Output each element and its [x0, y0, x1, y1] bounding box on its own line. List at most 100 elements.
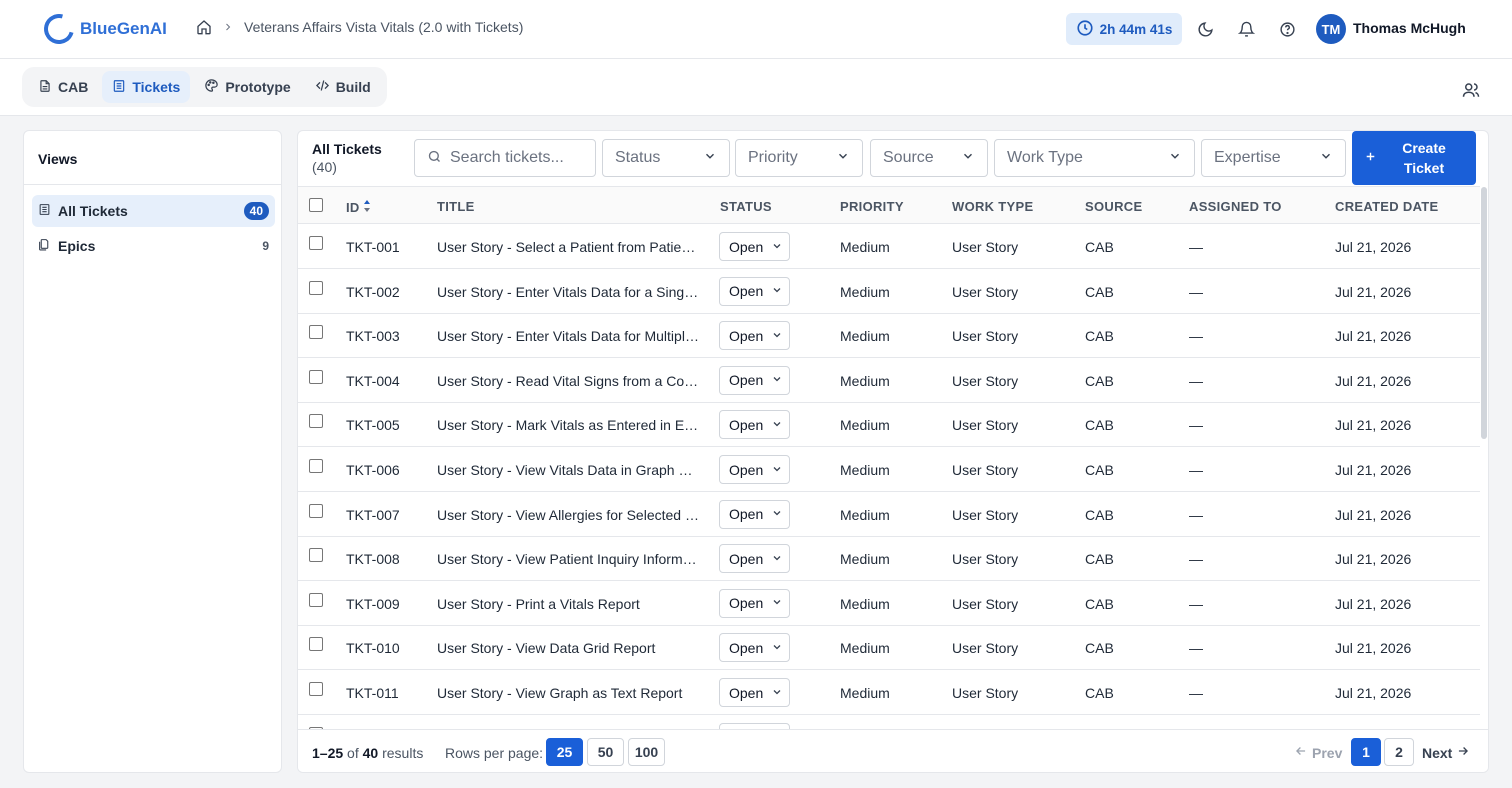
column-header-assigned-to[interactable]: ASSIGNED TO: [1189, 199, 1282, 214]
row-status-dropdown[interactable]: Open: [719, 499, 790, 529]
user-avatar[interactable]: TM: [1316, 14, 1346, 44]
cell-title[interactable]: User Story - Read Vital Signs from a Con…: [437, 373, 699, 389]
table-row[interactable]: TKT-007 User Story - View Allergies for S…: [298, 492, 1480, 537]
tab-cab[interactable]: CAB: [28, 71, 98, 103]
table-row[interactable]: TKT-010 User Story - View Data Grid Repor…: [298, 625, 1480, 671]
results-range: 1–25: [312, 745, 344, 761]
cell-priority: Medium: [840, 551, 890, 568]
app-logo[interactable]: BlueGenAI: [38, 8, 167, 50]
cell-work-type: User Story: [952, 283, 1019, 300]
row-status-dropdown[interactable]: Open: [719, 321, 790, 351]
row-status-dropdown[interactable]: Open: [719, 276, 790, 306]
cell-title[interactable]: User Story - View Data Grid Report: [437, 640, 699, 656]
work-type-filter[interactable]: Work Type: [994, 139, 1195, 177]
row-checkbox[interactable]: [309, 592, 323, 607]
row-status-dropdown[interactable]: Open: [719, 588, 790, 618]
expertise-filter[interactable]: Expertise: [1201, 139, 1346, 177]
tab-tickets[interactable]: Tickets: [102, 71, 191, 103]
tab-build[interactable]: Build: [305, 71, 381, 103]
rows-per-page-100[interactable]: 100: [628, 738, 665, 766]
column-header-source[interactable]: SOURCE: [1085, 199, 1142, 214]
prev-page-button[interactable]: Prev: [1294, 744, 1342, 761]
row-status-dropdown[interactable]: Open: [719, 633, 790, 663]
row-checkbox[interactable]: [309, 414, 323, 429]
bell-icon[interactable]: [1236, 19, 1256, 39]
column-header-created-date[interactable]: CREATED DATE: [1335, 199, 1439, 214]
row-status-dropdown[interactable]: Open: [719, 544, 790, 574]
page-1-button[interactable]: 1: [1351, 738, 1381, 766]
cell-title[interactable]: User Story - Print a Vitals Report: [437, 596, 699, 612]
chevron-down-icon: [771, 239, 783, 255]
rows-per-page-25[interactable]: 25: [546, 738, 583, 766]
cell-title[interactable]: User Story - View Graph as Text Report: [437, 685, 699, 701]
cell-work-type: User Story: [952, 640, 1019, 657]
row-checkbox[interactable]: [309, 503, 323, 518]
cell-title[interactable]: User Story - View Allergies for Selected…: [437, 507, 699, 523]
cell-title[interactable]: User Story - Enter Vitals Data for a Sin…: [437, 284, 699, 300]
cell-title[interactable]: User Story - View Vitals Data in Graph a…: [437, 462, 699, 478]
create-ticket-button[interactable]: Create Ticket: [1352, 131, 1476, 185]
table-row[interactable]: TKT-006 User Story - View Vitals Data in …: [298, 447, 1480, 492]
search-input[interactable]: [450, 149, 580, 167]
row-checkbox[interactable]: [309, 459, 323, 473]
cell-title[interactable]: User Story - Mark Vitals as Entered in E…: [437, 417, 699, 433]
cell-created-date: Jul 21, 2026: [1335, 328, 1412, 345]
cell-id: TKT-010: [346, 640, 400, 657]
dark-mode-moon-icon[interactable]: [1195, 19, 1215, 39]
view-item-epics[interactable]: Epics 9: [32, 230, 275, 262]
search-box[interactable]: [414, 139, 596, 177]
view-item-label: All Tickets: [58, 203, 128, 219]
table-row[interactable]: TKT-003 User Story - Enter Vitals Data fo…: [298, 313, 1480, 359]
row-checkbox[interactable]: [309, 369, 323, 384]
row-status-label: Open: [729, 327, 764, 344]
column-header-work-type[interactable]: WORK TYPE: [952, 199, 1033, 214]
table-row[interactable]: [298, 715, 1480, 729]
rows-per-page-50[interactable]: 50: [587, 738, 624, 766]
cell-created-date: Jul 21, 2026: [1335, 239, 1412, 255]
help-icon[interactable]: [1277, 19, 1297, 39]
table-scrollbar[interactable]: [1481, 187, 1487, 439]
breadcrumb-project[interactable]: Veterans Affairs Vista Vitals (2.0 with …: [244, 19, 523, 35]
row-checkbox[interactable]: [309, 637, 323, 652]
tab-prototype[interactable]: Prototype: [194, 71, 300, 103]
row-status-dropdown[interactable]: Open: [719, 365, 790, 395]
column-header-priority[interactable]: PRIORITY: [840, 199, 904, 214]
cell-title[interactable]: User Story - View Patient Inquiry Inform…: [437, 551, 699, 567]
user-name[interactable]: Thomas McHugh: [1353, 20, 1466, 36]
source-filter[interactable]: Source: [870, 139, 988, 177]
status-filter[interactable]: Status: [602, 139, 730, 177]
column-header-title[interactable]: TITLE: [437, 199, 475, 214]
priority-filter[interactable]: Priority: [735, 139, 863, 177]
users-icon[interactable]: [1462, 81, 1480, 99]
table-row[interactable]: TKT-005 User Story - Mark Vitals as Enter…: [298, 402, 1480, 448]
row-status-dropdown[interactable]: Open: [719, 232, 790, 261]
table-row[interactable]: TKT-009 User Story - Print a Vitals Repor…: [298, 581, 1480, 626]
row-checkbox[interactable]: [309, 280, 323, 295]
table-row[interactable]: TKT-008 User Story - View Patient Inquiry…: [298, 536, 1480, 582]
table-row[interactable]: TKT-002 User Story - Enter Vitals Data fo…: [298, 269, 1480, 314]
home-icon[interactable]: [196, 19, 212, 35]
row-status-label: Open: [729, 238, 764, 255]
row-status-dropdown[interactable]: Open: [719, 410, 790, 440]
table-row[interactable]: TKT-001 User Story - Select a Patient fro…: [298, 224, 1480, 269]
cell-title[interactable]: User Story - Select a Patient from Patie…: [437, 239, 699, 255]
row-status-dropdown[interactable]: Open: [719, 678, 790, 707]
next-page-button[interactable]: Next: [1422, 744, 1470, 761]
row-checkbox[interactable]: [309, 548, 323, 563]
cell-title[interactable]: User Story - Enter Vitals Data for Multi…: [437, 328, 699, 344]
row-checkbox[interactable]: [309, 236, 323, 250]
table-row[interactable]: TKT-011 User Story - View Graph as Text R…: [298, 670, 1480, 715]
chevron-down-icon: [771, 462, 783, 478]
column-header-status[interactable]: STATUS: [720, 199, 772, 214]
cell-priority: Medium: [840, 328, 890, 345]
page-2-button[interactable]: 2: [1384, 738, 1414, 766]
view-item-all-tickets[interactable]: All Tickets 40: [32, 195, 275, 227]
column-header-id[interactable]: ID: [346, 199, 371, 216]
row-checkbox[interactable]: [309, 682, 323, 696]
select-all-checkbox[interactable]: [309, 198, 323, 212]
cell-assigned-to: —: [1189, 372, 1203, 389]
table-row[interactable]: TKT-004 User Story - Read Vital Signs fro…: [298, 358, 1480, 403]
cell-created-date: Jul 21, 2026: [1335, 417, 1412, 434]
row-status-dropdown[interactable]: Open: [719, 455, 790, 484]
row-checkbox[interactable]: [309, 325, 323, 340]
